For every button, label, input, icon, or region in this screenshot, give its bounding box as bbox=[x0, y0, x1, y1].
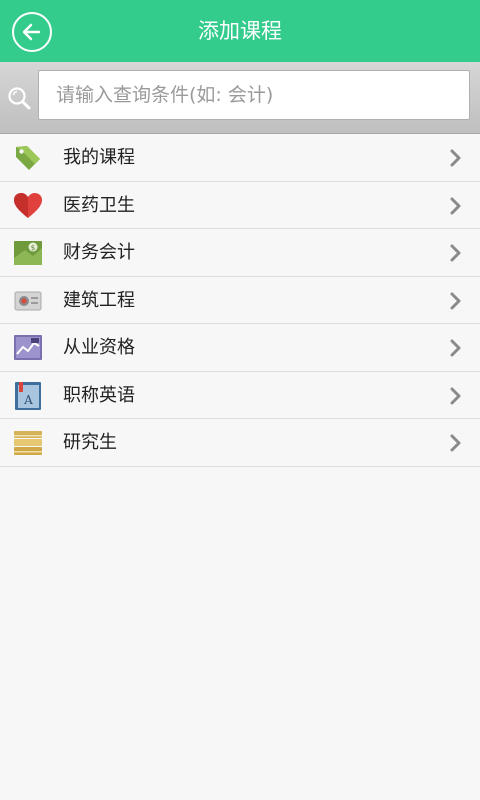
books-stack-icon bbox=[14, 431, 42, 455]
chevron-right-icon bbox=[450, 197, 461, 214]
search-icon bbox=[8, 87, 31, 110]
search-bar bbox=[0, 62, 480, 134]
category-label: 我的课程 bbox=[63, 147, 135, 168]
category-label: 从业资格 bbox=[63, 337, 135, 358]
category-item-construction[interactable]: 建筑工程 bbox=[0, 276, 480, 324]
chevron-right-icon bbox=[450, 434, 461, 452]
heart-icon bbox=[14, 192, 42, 218]
tag-icon bbox=[16, 146, 40, 170]
category-item-qualification[interactable]: 从业资格 bbox=[0, 324, 480, 372]
chevron-right-icon bbox=[450, 244, 461, 262]
svg-text:$: $ bbox=[31, 244, 35, 252]
category-item-title-english[interactable]: A 职称英语 bbox=[0, 371, 480, 419]
category-item-finance[interactable]: $ 财务会计 bbox=[0, 229, 480, 277]
category-label: 建筑工程 bbox=[63, 289, 135, 311]
chevron-right-icon bbox=[450, 292, 461, 309]
page-title: 添加课程 bbox=[198, 19, 282, 43]
category-label: 医药卫生 bbox=[63, 194, 135, 216]
app-header: 添加课程 bbox=[0, 0, 480, 62]
category-label: 财务会计 bbox=[63, 242, 135, 263]
category-item-medicine[interactable]: 医药卫生 bbox=[0, 181, 480, 229]
category-label: 职称英语 bbox=[63, 384, 135, 406]
chevron-right-icon bbox=[450, 339, 461, 357]
chart-board-icon bbox=[14, 335, 42, 360]
search-input[interactable] bbox=[38, 70, 470, 120]
chevron-right-icon bbox=[450, 387, 461, 404]
building-icon bbox=[14, 291, 42, 310]
category-item-postgraduate[interactable]: 研究生 bbox=[0, 419, 480, 467]
money-icon: $ bbox=[14, 241, 42, 265]
category-list: 我的课程 医药卫生 $ 财务会计 建筑工程 从业资格 A 职称英语 研究生 bbox=[0, 134, 480, 467]
category-label: 研究生 bbox=[63, 432, 117, 453]
book-icon: A bbox=[15, 381, 41, 410]
category-item-my-courses[interactable]: 我的课程 bbox=[0, 134, 480, 182]
chevron-right-icon bbox=[450, 149, 461, 167]
svg-text:A: A bbox=[23, 393, 33, 407]
